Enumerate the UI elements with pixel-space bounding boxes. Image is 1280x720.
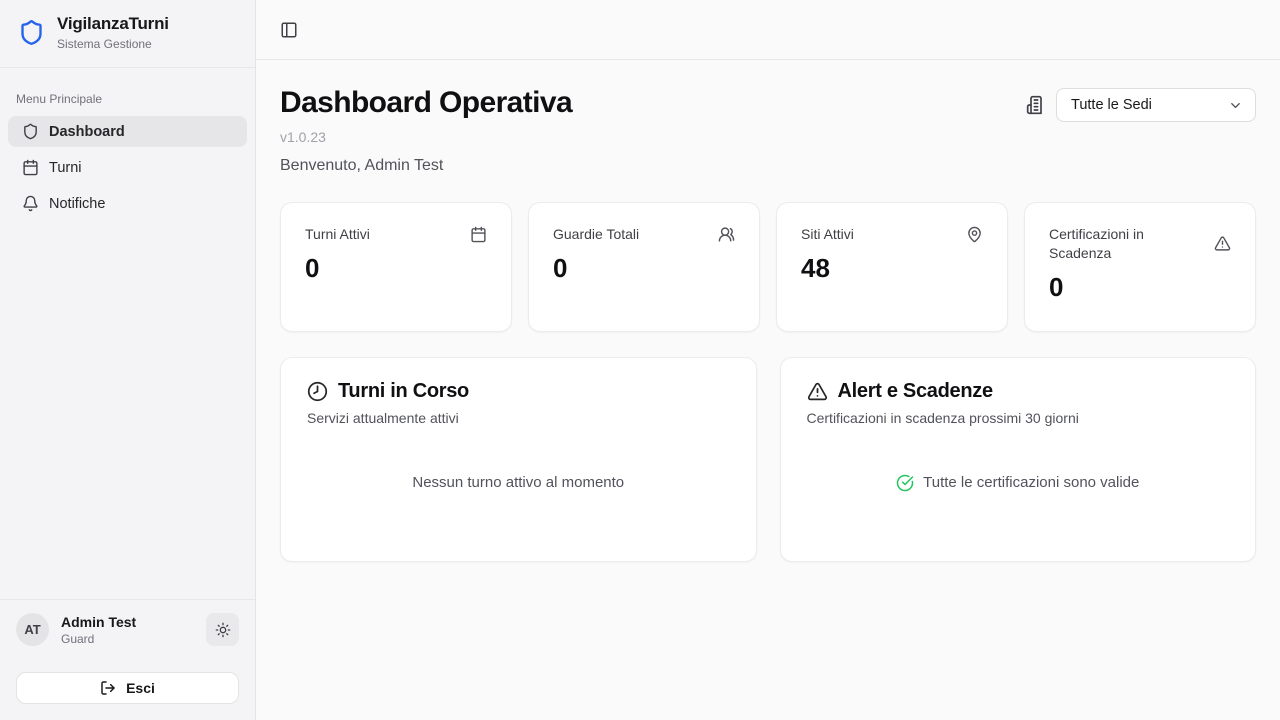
panels-row: Turni in Corso Servizi attualmente attiv… <box>280 357 1256 562</box>
site-filter-select[interactable]: Tutte le Sedi <box>1056 88 1256 122</box>
welcome-message: Benvenuto, Admin Test <box>280 157 572 175</box>
alert-triangle-icon <box>807 381 828 402</box>
alert-triangle-icon <box>1214 235 1231 252</box>
panel-title: Alert e Scadenze <box>838 380 993 403</box>
stat-label: Certificazioni in Scadenza <box>1049 225 1199 263</box>
sidebar-nav: Menu Principale Dashboard Turni <box>0 68 255 599</box>
sidebar-item-label: Dashboard <box>49 124 125 140</box>
stat-value: 48 <box>801 253 983 284</box>
stat-card-siti-attivi: Siti Attivi 48 <box>776 202 1008 332</box>
page-title: Dashboard Operativa <box>280 86 572 120</box>
panel-title: Turni in Corso <box>338 380 469 403</box>
site-filter-value: Tutte le Sedi <box>1071 97 1152 113</box>
shield-logo-icon <box>18 19 45 46</box>
logout-button[interactable]: Esci <box>16 672 239 704</box>
status-ok-message: Tutte le certificazioni sono valide <box>923 474 1139 491</box>
stat-label: Guardie Totali <box>553 225 639 244</box>
logout-icon <box>100 680 116 696</box>
sidebar-item-notifiche[interactable]: Notifiche <box>8 188 247 219</box>
theme-toggle-button[interactable] <box>206 613 239 646</box>
logout-label: Esci <box>126 680 155 696</box>
panel-subtitle: Servizi attualmente attivi <box>307 410 730 426</box>
sidebar-item-dashboard[interactable]: Dashboard <box>8 116 247 147</box>
stat-label: Siti Attivi <box>801 225 854 244</box>
users-icon <box>718 226 735 243</box>
topbar <box>256 0 1280 60</box>
sidebar-toggle-button[interactable] <box>280 21 298 39</box>
sidebar-item-label: Turni <box>49 160 82 176</box>
stat-value: 0 <box>553 253 735 284</box>
panel-turni-in-corso: Turni in Corso Servizi attualmente attiv… <box>280 357 757 562</box>
user-section: AT Admin Test Guard <box>0 599 255 720</box>
check-circle-icon <box>896 474 914 492</box>
stat-card-certificazioni: Certificazioni in Scadenza 0 <box>1024 202 1256 332</box>
clock-icon <box>307 381 328 402</box>
sidebar-item-label: Notifiche <box>49 196 105 212</box>
sun-icon <box>215 622 231 638</box>
avatar: AT <box>16 613 49 646</box>
shield-icon <box>22 123 39 140</box>
calendar-icon <box>470 226 487 243</box>
user-name: Admin Test <box>61 614 194 630</box>
stats-row: Turni Attivi 0 Guardie Totali <box>280 202 1256 332</box>
app-version: v1.0.23 <box>280 129 572 145</box>
app-title: VigilanzaTurni <box>57 14 169 34</box>
sidebar-item-turni[interactable]: Turni <box>8 152 247 183</box>
bell-icon <box>22 195 39 212</box>
panel-alert-scadenze: Alert e Scadenze Certificazioni in scade… <box>780 357 1257 562</box>
sidebar: VigilanzaTurni Sistema Gestione Menu Pri… <box>0 0 256 720</box>
dashboard-content: Dashboard Operativa v1.0.23 Benvenuto, A… <box>256 60 1280 720</box>
stat-card-turni-attivi: Turni Attivi 0 <box>280 202 512 332</box>
map-pin-icon <box>966 226 983 243</box>
nav-section-label: Menu Principale <box>16 92 239 106</box>
building-icon <box>1026 95 1046 115</box>
panel-subtitle: Certificazioni in scadenza prossimi 30 g… <box>807 410 1230 426</box>
panel-left-icon <box>280 21 298 39</box>
user-role: Guard <box>61 632 194 646</box>
app-subtitle: Sistema Gestione <box>57 37 169 51</box>
chevron-down-icon <box>1228 98 1243 113</box>
stat-card-guardie-totali: Guardie Totali 0 <box>528 202 760 332</box>
main-area: Dashboard Operativa v1.0.23 Benvenuto, A… <box>256 0 1280 720</box>
stat-value: 0 <box>1049 272 1231 303</box>
stat-label: Turni Attivi <box>305 225 370 244</box>
app-logo: VigilanzaTurni Sistema Gestione <box>0 0 255 68</box>
empty-state-message: Nessun turno attivo al momento <box>412 474 624 491</box>
calendar-icon <box>22 159 39 176</box>
stat-value: 0 <box>305 253 487 284</box>
